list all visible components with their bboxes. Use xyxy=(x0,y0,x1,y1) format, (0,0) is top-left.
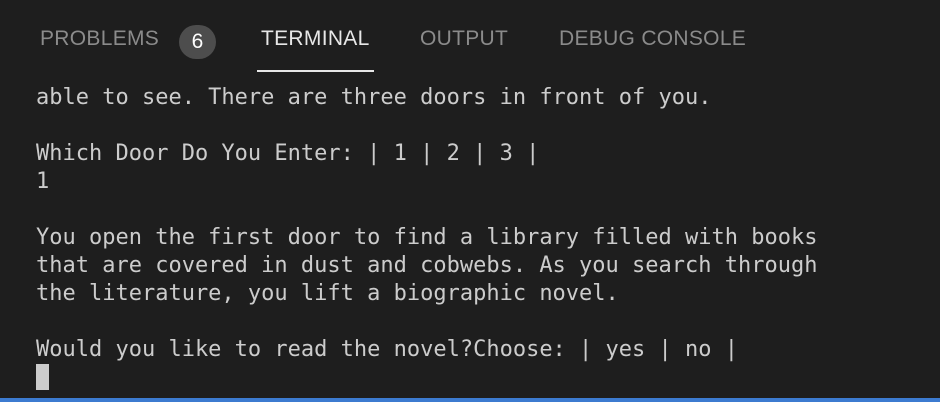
tab-problems[interactable]: PROBLEMS xyxy=(40,6,159,72)
tab-debug-console[interactable]: DEBUG CONSOLE xyxy=(559,6,746,72)
status-bar-edge xyxy=(0,398,940,402)
tab-output-label: OUTPUT xyxy=(420,27,509,50)
tab-problems-label: PROBLEMS xyxy=(40,27,160,50)
tab-debug-console-label: DEBUG CONSOLE xyxy=(559,27,747,50)
terminal-input-line[interactable] xyxy=(36,364,916,392)
panel-tab-bar: PROBLEMS 6 TERMINAL OUTPUT DEBUG CONSOLE xyxy=(0,6,940,72)
terminal-cursor xyxy=(36,364,49,390)
terminal-line: Would you like to read the novel?Choose:… xyxy=(36,337,738,362)
terminal-line: You open the first door to find a librar… xyxy=(36,225,818,250)
terminal-line: 1 xyxy=(36,169,50,194)
tab-output[interactable]: OUTPUT xyxy=(420,6,508,72)
tab-terminal-label: TERMINAL xyxy=(261,27,370,50)
terminal-output[interactable]: able to see. There are three doors in fr… xyxy=(36,84,916,396)
terminal-line: that are covered in dust and cobwebs. As… xyxy=(36,253,818,278)
tab-terminal[interactable]: TERMINAL xyxy=(257,6,374,72)
terminal-line: the literature, you lift a biographic no… xyxy=(36,281,619,306)
terminal-line: Which Door Do You Enter: | 1 | 2 | 3 | xyxy=(36,141,540,166)
problems-count-badge: 6 xyxy=(179,25,216,59)
terminal-line: able to see. There are three doors in fr… xyxy=(36,85,712,110)
